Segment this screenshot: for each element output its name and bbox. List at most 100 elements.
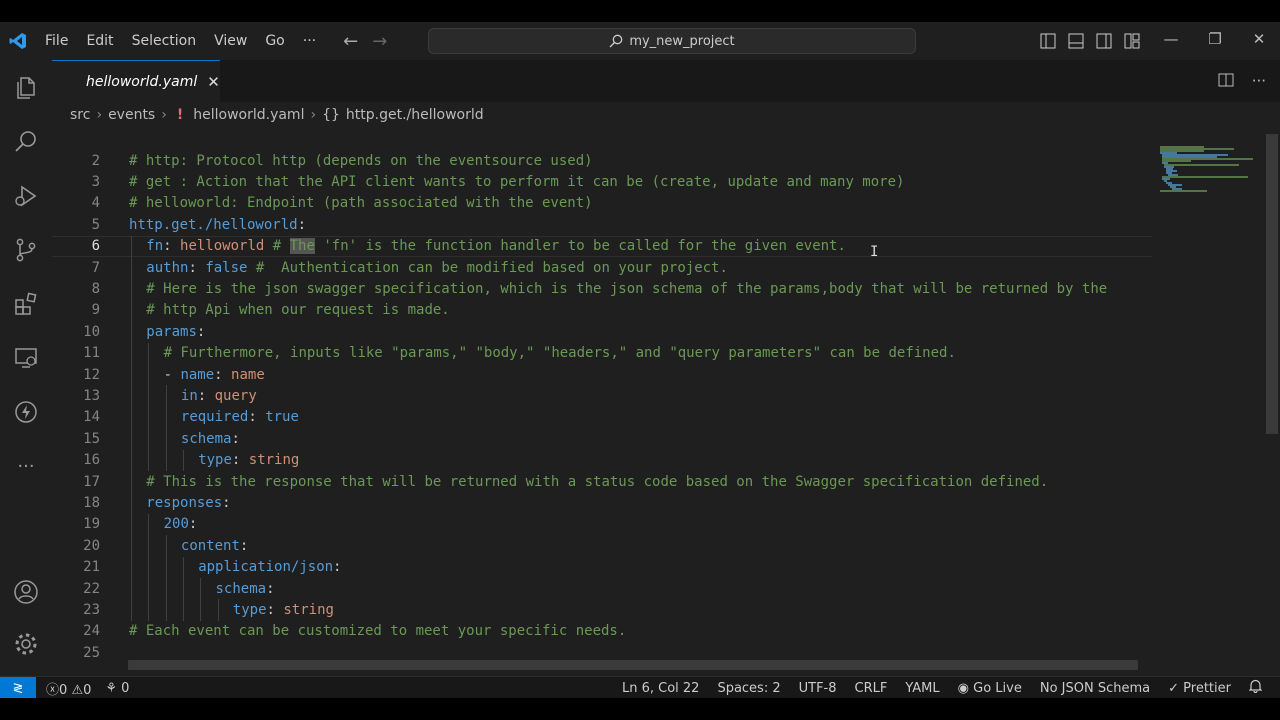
code-line[interactable]: 12 - name: name [52, 364, 1152, 385]
code-line[interactable]: 24 # Each event can be customized to meet… [52, 621, 1152, 642]
indent-guide [131, 428, 132, 450]
code-content: # helloworld: Endpoint (path associated … [129, 195, 593, 211]
menu-selection[interactable]: Selection [123, 33, 206, 49]
back-arrow-icon[interactable]: ← [343, 31, 358, 52]
run-debug-icon[interactable] [0, 172, 52, 220]
code-line[interactable]: 18 responses: [52, 492, 1152, 513]
more-views-icon[interactable]: ··· [0, 442, 52, 490]
minimap[interactable] [1160, 146, 1264, 196]
code-token: type [232, 602, 267, 619]
toggle-secondary-sidebar-icon[interactable] [1094, 31, 1114, 51]
code-line[interactable]: 13 in: query [52, 385, 1152, 406]
code-line[interactable]: 22 schema: [52, 578, 1152, 599]
menu-view[interactable]: View [205, 33, 256, 49]
toggle-panel-icon[interactable] [1066, 31, 1086, 51]
code-line[interactable]: 8 # Here is the json swagger specificatio… [52, 278, 1152, 299]
menu-edit[interactable]: Edit [77, 33, 122, 49]
restore-icon[interactable]: ❐ [1204, 30, 1226, 48]
code-line[interactable]: 21 application/json: [52, 557, 1152, 578]
code-line[interactable]: 17 # This is the response that will be re… [52, 471, 1152, 492]
breadcrumb-events[interactable]: events [108, 107, 155, 123]
line-number: 3 [91, 174, 100, 191]
code-line[interactable]: 7 authn: false # Authentication can be mo… [52, 257, 1152, 278]
indent-guide [131, 449, 132, 471]
indent-guide [148, 385, 150, 407]
menu-file[interactable]: File [36, 33, 77, 49]
code-content: content: [181, 538, 248, 554]
breadcrumb-file[interactable]: helloworld.yaml [193, 107, 304, 123]
code-line[interactable]: 4 # helloworld: Endpoint (path associated… [52, 193, 1152, 214]
code-line[interactable]: 5 http.get./helloworld: [52, 214, 1152, 235]
accounts-icon[interactable] [0, 568, 52, 616]
split-editor-icon[interactable] [1218, 72, 1234, 92]
minimize-icon[interactable]: — [1160, 30, 1182, 48]
ports-indicator[interactable]: ⚘ 0 [105, 681, 129, 696]
title-bar: File Edit Selection View Go ··· ← → my_n… [0, 22, 1280, 60]
editor-tab-bar: helloworld.yaml ✕ ··· [52, 60, 1280, 102]
line-number: 16 [83, 452, 100, 469]
code-token: # Each event can be customized to meet y… [129, 623, 627, 640]
horizontal-scrollbar[interactable] [128, 660, 1138, 670]
encoding[interactable]: UTF-8 [799, 681, 837, 696]
source-control-icon[interactable] [0, 226, 52, 274]
code-content: # http Api when our request is made. [146, 302, 449, 318]
code-content: http.get./helloworld: [129, 217, 306, 233]
end-of-line[interactable]: CRLF [855, 681, 888, 696]
line-number: 12 [83, 366, 100, 383]
more-actions-icon[interactable]: ··· [1252, 72, 1266, 92]
remote-explorer-icon[interactable] [0, 334, 52, 382]
toggle-primary-sidebar-icon[interactable] [1038, 31, 1058, 51]
vertical-scrollbar[interactable] [1266, 134, 1278, 434]
code-line[interactable]: 11 # Furthermore, inputs like "params," "… [52, 343, 1152, 364]
code-line[interactable]: 9 # http Api when our request is made. [52, 300, 1152, 321]
line-number: 19 [83, 516, 100, 533]
cursor-position[interactable]: Ln 6, Col 22 [622, 681, 699, 696]
code-line[interactable]: 14 required: true [52, 407, 1152, 428]
go-live-button[interactable]: ◉ Go Live [958, 681, 1022, 696]
language-mode[interactable]: YAML [905, 681, 939, 696]
vscode-logo-icon [0, 32, 36, 50]
code-token: # [264, 238, 290, 255]
code-token: name [231, 366, 265, 383]
extensions-icon[interactable] [0, 280, 52, 328]
close-tab-icon[interactable]: ✕ [207, 73, 220, 91]
line-number: 7 [91, 259, 100, 276]
indentation[interactable]: Spaces: 2 [717, 681, 780, 696]
code-line[interactable]: 16 type: string [52, 450, 1152, 471]
code-line[interactable]: 10 params: [52, 321, 1152, 342]
breadcrumb-src[interactable]: src [70, 107, 90, 123]
code-editor[interactable]: 2 # http: Protocol http (depends on the e… [52, 128, 1152, 661]
line-number: 20 [83, 537, 100, 554]
code-token: : [163, 238, 181, 255]
forward-arrow-icon[interactable]: → [372, 31, 387, 52]
code-line[interactable]: 20 content: [52, 535, 1152, 556]
code-line[interactable]: 3 # get : Action that the API client want… [52, 171, 1152, 192]
command-center-search[interactable]: my_new_project [428, 28, 916, 54]
manage-gear-icon[interactable] [0, 620, 52, 668]
code-token: responses [146, 495, 223, 512]
breadcrumb-symbol[interactable]: http.get./helloworld [346, 107, 484, 123]
menu-go[interactable]: Go [256, 33, 293, 49]
code-line[interactable]: 15 schema: [52, 428, 1152, 449]
notifications-bell-icon[interactable] [1248, 679, 1263, 697]
code-line[interactable]: 19 200: [52, 514, 1152, 535]
code-line[interactable]: 2 # http: Protocol http (depends on the e… [52, 150, 1152, 171]
line-number: 5 [91, 216, 100, 233]
code-content: application/json: [198, 559, 341, 575]
remote-indicator-icon[interactable]: ≷ [0, 677, 36, 698]
json-schema-status[interactable]: No JSON Schema [1040, 681, 1150, 696]
thunder-client-icon[interactable] [0, 388, 52, 436]
indent-guide [165, 428, 167, 450]
indent-guide [165, 599, 167, 621]
search-sidebar-icon[interactable] [0, 118, 52, 166]
tab-helloworld-yaml[interactable]: helloworld.yaml ✕ [52, 60, 220, 102]
breadcrumb: src › events › ! helloworld.yaml › {} ht… [52, 102, 1170, 128]
customize-layout-icon[interactable] [1122, 31, 1142, 51]
code-line[interactable]: 6 fn: helloworld # The 'fn' is the functi… [52, 235, 1152, 257]
close-window-icon[interactable]: ✕ [1248, 30, 1270, 48]
chevron-right-icon: › [310, 107, 317, 123]
menu-more[interactable]: ··· [294, 33, 325, 49]
prettier-button[interactable]: ✓ Prettier [1168, 681, 1231, 696]
explorer-icon[interactable] [0, 64, 52, 112]
problems-indicator[interactable]: ⓧ0 ⚠0 [46, 679, 91, 698]
